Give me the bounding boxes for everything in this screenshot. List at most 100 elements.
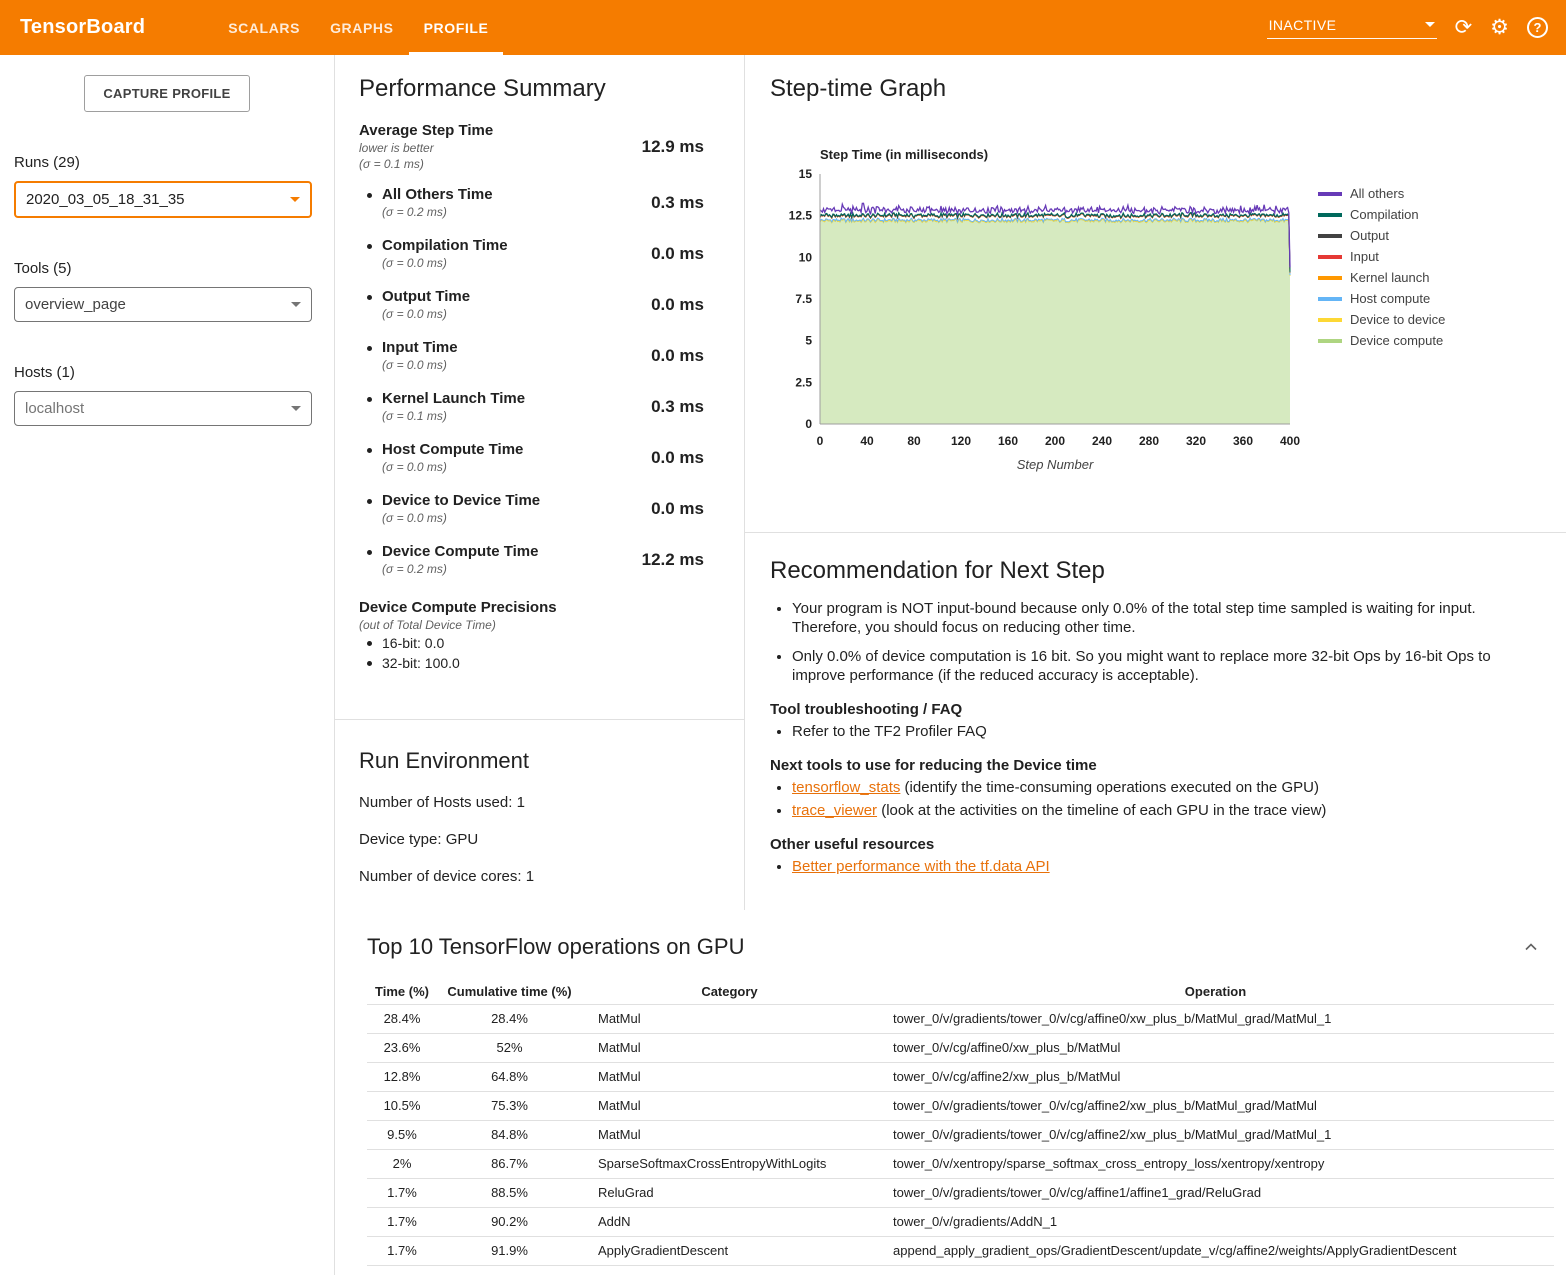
resources-heading: Other useful resources [770, 836, 1536, 853]
metric-row: Device to Device Time (σ = 0.0 ms) 0.0 m… [359, 483, 704, 534]
legend-item-host-compute: Host compute [1318, 292, 1445, 305]
trace-viewer-link[interactable]: trace_viewer [792, 802, 877, 819]
hosts-label: Hosts (1) [14, 364, 334, 381]
nav-tabs: SCALARS GRAPHS PROFILE [213, 0, 503, 55]
settings-gear-icon[interactable]: ⚙ [1490, 17, 1509, 38]
tensorflow-stats-link[interactable]: tensorflow_stats [792, 779, 900, 796]
runs-select-value: 2020_03_05_18_31_35 [26, 191, 185, 208]
metric-value: 0.0 ms [592, 244, 704, 264]
metric-row: Kernel Launch Time (σ = 0.1 ms) 0.3 ms [359, 381, 704, 432]
resource-item: Better performance with the tf.data API [792, 857, 1536, 876]
bullet-icon [367, 244, 372, 249]
svg-text:15: 15 [799, 167, 813, 181]
tfdata-performance-link[interactable]: Better performance with the tf.data API [792, 858, 1050, 875]
chevron-up-icon [1522, 938, 1540, 956]
metric-note: lower is better [359, 140, 493, 156]
legend-item-kernel-launch: Kernel launch [1318, 271, 1445, 284]
app-title: TensorBoard [20, 16, 145, 39]
next-tools-heading: Next tools to use for reducing the Devic… [770, 757, 1536, 774]
svg-text:12.5: 12.5 [789, 209, 813, 223]
metric-label: Device to Device Time [382, 492, 540, 510]
tab-graphs[interactable]: GRAPHS [315, 0, 409, 55]
capture-profile-button[interactable]: CAPTURE PROFILE [84, 75, 249, 112]
legend-swatch [1318, 276, 1342, 280]
svg-text:80: 80 [907, 434, 921, 448]
capture-status-value: INACTIVE [1269, 17, 1337, 33]
metric-value: 12.9 ms [592, 137, 704, 157]
tool-item: tensorflow_stats (identify the time-cons… [792, 778, 1536, 797]
legend-swatch [1318, 213, 1342, 217]
legend-swatch [1318, 192, 1342, 196]
recommendation-section: Recommendation for Next Step Your progra… [745, 533, 1566, 910]
tab-profile[interactable]: PROFILE [409, 0, 504, 55]
faq-heading: Tool troubleshooting / FAQ [770, 701, 1536, 718]
top-ops-table: Time (%) Cumulative time (%) Category Op… [367, 980, 1554, 1266]
tools-select[interactable]: overview_page [14, 287, 312, 322]
performance-summary-section: Performance Summary Average Step Time lo… [335, 55, 744, 720]
metric-label: Host Compute Time [382, 441, 523, 459]
table-row: 28.4%28.4%MatMultower_0/v/gradients/towe… [367, 1004, 1554, 1033]
metric-row: All Others Time (σ = 0.2 ms) 0.3 ms [359, 177, 704, 228]
metric-sigma: (σ = 0.0 ms) [382, 255, 508, 271]
table-row: 9.5%84.8%MatMultower_0/v/gradients/tower… [367, 1120, 1554, 1149]
runs-select[interactable]: 2020_03_05_18_31_35 [14, 181, 312, 218]
table-row: 1.7%88.5%ReluGradtower_0/v/gradients/tow… [367, 1178, 1554, 1207]
precisions-title: Device Compute Precisions [359, 599, 704, 617]
step-time-chart: 02.557.51012.515040801201602002402803203… [770, 162, 1304, 476]
table-row: 23.6%52%MatMultower_0/v/cg/affine0/xw_pl… [367, 1033, 1554, 1062]
svg-text:160: 160 [998, 434, 1018, 448]
bullet-icon [367, 641, 372, 646]
tool-description: (identify the time-consuming operations … [900, 779, 1319, 796]
col-header-category: Category [582, 980, 877, 1004]
svg-text:320: 320 [1186, 434, 1206, 448]
hosts-select[interactable]: localhost [14, 391, 312, 426]
metric-value: 0.0 ms [592, 499, 704, 519]
collapse-section-button[interactable] [1522, 938, 1540, 959]
metric-sigma: (σ = 0.2 ms) [382, 561, 538, 577]
metric-row: Device Compute Time (σ = 0.2 ms) 12.2 ms [359, 534, 704, 585]
metric-value: 0.0 ms [592, 346, 704, 366]
table-header-row: Time (%) Cumulative time (%) Category Op… [367, 980, 1554, 1004]
capture-status-select[interactable]: INACTIVE [1267, 17, 1437, 39]
chart-title: Step Time (in milliseconds) [820, 147, 1304, 162]
metric-sigma: (σ = 0.2 ms) [382, 204, 493, 220]
metric-label: All Others Time [382, 186, 493, 204]
col-header-cumulative: Cumulative time (%) [437, 980, 582, 1004]
dropdown-caret-icon [290, 197, 300, 202]
legend-swatch [1318, 339, 1342, 343]
chart-legend: All others Compilation Output Input Kern… [1318, 187, 1445, 481]
metric-value: 0.0 ms [592, 448, 704, 468]
metric-row: Input Time (σ = 0.0 ms) 0.0 ms [359, 330, 704, 381]
tools-label: Tools (5) [14, 260, 334, 277]
metric-sigma: (σ = 0.0 ms) [382, 510, 540, 526]
sidebar: CAPTURE PROFILE Runs (29) 2020_03_05_18_… [0, 55, 334, 1275]
legend-item-compilation: Compilation [1318, 208, 1445, 221]
col-header-operation: Operation [877, 980, 1554, 1004]
help-icon[interactable]: ? [1527, 17, 1548, 38]
hosts-select-value: localhost [25, 400, 84, 417]
bullet-icon [367, 295, 372, 300]
table-row: 2%86.7%SparseSoftmaxCrossEntropyWithLogi… [367, 1149, 1554, 1178]
svg-text:40: 40 [860, 434, 874, 448]
refresh-icon[interactable]: ⟳ [1455, 17, 1473, 38]
svg-text:2.5: 2.5 [795, 375, 812, 389]
legend-item-output: Output [1318, 229, 1445, 242]
run-environment-section: Run Environment Number of Hosts used: 1 … [335, 720, 744, 910]
legend-item-device-to-device: Device to device [1318, 313, 1445, 326]
dropdown-caret-icon [1425, 22, 1435, 27]
svg-text:400: 400 [1280, 434, 1300, 448]
metric-label: Compilation Time [382, 237, 508, 255]
tab-scalars[interactable]: SCALARS [213, 0, 315, 55]
step-time-graph-section: Step-time Graph Step Time (in millisecon… [745, 55, 1566, 533]
metric-sigma: (σ = 0.0 ms) [382, 357, 458, 373]
table-row: 1.7%91.9%ApplyGradientDescentappend_appl… [367, 1236, 1554, 1265]
bullet-icon [367, 448, 372, 453]
step-time-graph-title: Step-time Graph [770, 75, 1556, 103]
tools-select-value: overview_page [25, 296, 126, 313]
bullet-icon [367, 193, 372, 198]
svg-text:360: 360 [1233, 434, 1253, 448]
bullet-icon [367, 346, 372, 351]
tool-item: trace_viewer (look at the activities on … [792, 801, 1536, 820]
metric-sigma: (σ = 0.1 ms) [359, 156, 493, 172]
metric-value: 0.0 ms [592, 295, 704, 315]
